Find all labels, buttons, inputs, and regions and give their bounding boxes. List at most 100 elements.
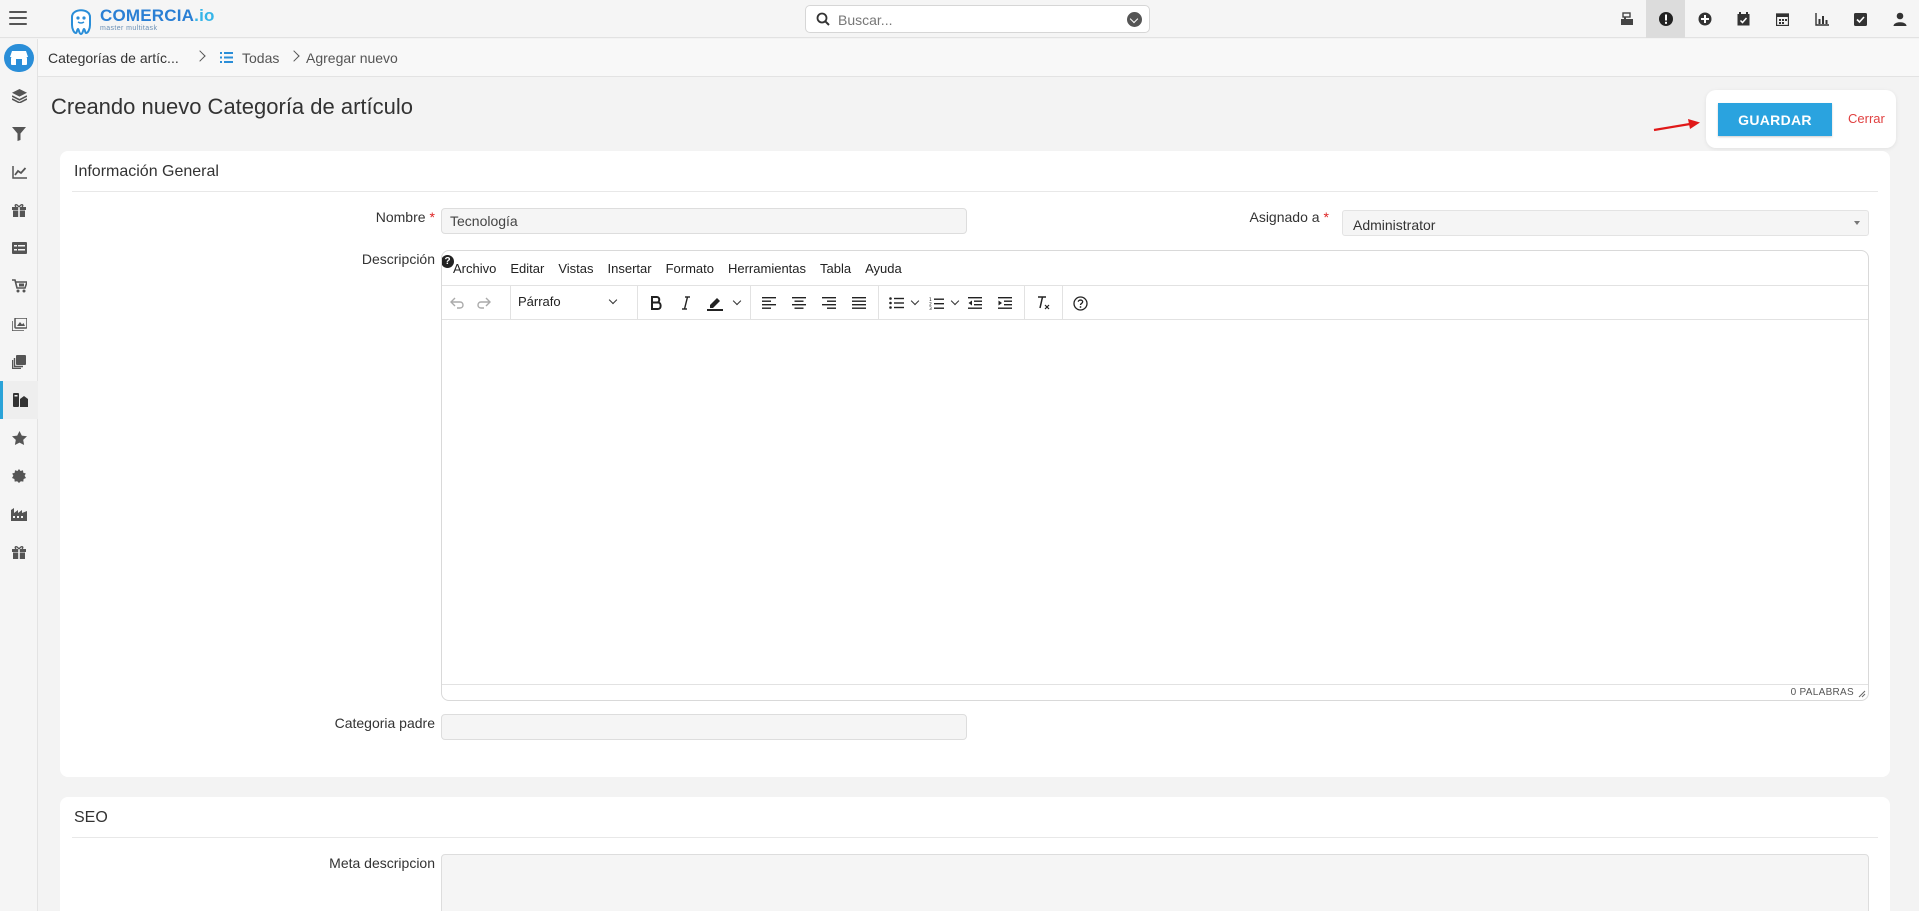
logo-title-main: COMERCIA [100, 5, 195, 25]
meta-description-input[interactable] [441, 854, 1869, 911]
editor-menu-archivo[interactable]: Archivo [453, 261, 496, 276]
chevron-down-icon [608, 295, 618, 305]
calendar-check-icon[interactable] [1724, 0, 1763, 38]
app-logo[interactable]: COMERCIA.io master multitask [66, 2, 215, 36]
editor-menu-herramientas[interactable]: Herramientas [728, 261, 806, 276]
bullet-list-icon[interactable] [885, 292, 907, 314]
description-label-text: Descripción [361, 251, 435, 267]
redo-icon[interactable] [472, 292, 494, 314]
sidebar-item-promotions[interactable] [0, 533, 38, 571]
description-editor-body[interactable] [442, 320, 1868, 686]
parent-category-input[interactable] [441, 714, 967, 740]
gear-badge-icon [12, 469, 26, 483]
resize-handle-icon[interactable] [1858, 690, 1866, 698]
store-home-icon[interactable] [4, 44, 34, 72]
chevron-down-icon[interactable] [910, 296, 920, 306]
highlight-color-icon[interactable] [704, 292, 726, 314]
name-input[interactable] [441, 208, 967, 234]
numbered-list-icon[interactable]: 123 [925, 292, 947, 314]
gift-alt-icon [12, 546, 26, 559]
plus-circle-icon[interactable] [1685, 0, 1724, 38]
sidebar-item-badges[interactable] [0, 457, 38, 495]
sidebar-item-documents[interactable] [0, 343, 38, 381]
divider [72, 191, 1878, 192]
sidebar-item-categories[interactable] [0, 381, 38, 419]
save-button[interactable]: GUARDAR [1718, 103, 1832, 136]
editor-menu-insertar[interactable]: Insertar [608, 261, 652, 276]
search-options-icon[interactable] [1127, 12, 1142, 27]
meta-description-label: Meta descripcion? [329, 855, 454, 872]
meta-description-label-text: Meta descripcion [329, 855, 435, 871]
editor-toolbar: Párrafo 1 2 3 [442, 286, 1868, 320]
sidebar-item-gifts[interactable] [0, 191, 38, 229]
editor-statusbar: 0 PALABRAS [442, 684, 1868, 700]
sidebar-item-lists[interactable] [0, 229, 38, 267]
filter-icon [12, 127, 26, 141]
images-icon [11, 317, 27, 331]
editor-menubar: Archivo Editar Vistas Insertar Formato H… [442, 251, 1868, 286]
sidebar-item-favorites[interactable] [0, 419, 38, 457]
toolbar-separator [878, 286, 879, 320]
categories-icon [13, 393, 28, 407]
search-icon [816, 12, 830, 26]
clear-formatting-icon[interactable] [1032, 292, 1054, 314]
editor-menu-formato[interactable]: Formato [666, 261, 714, 276]
editor-menu-ayuda[interactable]: Ayuda [865, 261, 902, 276]
general-info-card: Información General Nombre*? Asignado a*… [60, 151, 1890, 777]
cash-register-icon[interactable] [1607, 0, 1646, 38]
breadcrumb-module[interactable]: Categorías de artíc... [48, 50, 179, 66]
align-center-icon[interactable] [788, 292, 810, 314]
caret-down-icon [1854, 221, 1860, 225]
top-bar: COMERCIA.io master multitask [0, 0, 1919, 38]
layers-icon [11, 89, 27, 103]
bold-icon[interactable] [645, 292, 667, 314]
list-icon [11, 242, 27, 254]
checkbox-icon[interactable] [1841, 0, 1880, 38]
sidebar-item-images[interactable] [0, 305, 38, 343]
form-actions: GUARDAR Cerrar [1706, 90, 1896, 148]
sidebar-item-cart[interactable] [0, 267, 38, 305]
align-right-icon[interactable] [818, 292, 840, 314]
page-title: Creando nuevo Categoría de artículo [51, 94, 414, 119]
indent-icon[interactable] [994, 292, 1016, 314]
calendar-icon[interactable] [1763, 0, 1802, 38]
menu-toggle-icon[interactable] [8, 9, 28, 27]
undo-icon[interactable] [447, 292, 469, 314]
help-circle-icon[interactable] [1069, 292, 1091, 314]
assigned-select[interactable]: Administrator [1342, 210, 1869, 236]
word-count: 0 PALABRAS [1790, 687, 1854, 698]
sidebar-item-industry[interactable] [0, 495, 38, 533]
required-marker: * [429, 209, 435, 225]
editor-menu-tabla[interactable]: Tabla [820, 261, 851, 276]
user-icon[interactable] [1880, 0, 1919, 38]
block-format-select[interactable]: Párrafo [518, 294, 628, 314]
editor-menu-editar[interactable]: Editar [510, 261, 544, 276]
sidebar-item-layers[interactable] [0, 77, 38, 115]
sidebar-item-reports[interactable] [0, 153, 38, 191]
close-link[interactable]: Cerrar [1848, 111, 1885, 126]
top-toolbar [1607, 0, 1919, 38]
alert-icon[interactable] [1646, 0, 1685, 38]
italic-icon[interactable] [675, 292, 697, 314]
parent-category-label-text: Categoria padre [334, 715, 435, 731]
copy-icon [12, 355, 26, 369]
align-justify-icon[interactable] [848, 292, 870, 314]
breadcrumb-list[interactable]: Todas [242, 50, 279, 66]
assigned-value: Administrator [1353, 217, 1436, 233]
toolbar-separator [1062, 286, 1063, 320]
block-format-value: Párrafo [518, 294, 561, 309]
bar-chart-icon[interactable] [1802, 0, 1841, 38]
chevron-down-icon[interactable] [950, 296, 960, 306]
align-left-icon[interactable] [758, 292, 780, 314]
seo-card: SEO Meta descripcion? [60, 797, 1890, 911]
search-input[interactable] [838, 10, 1108, 29]
octopus-logo-icon [71, 9, 91, 36]
editor-menu-vistas[interactable]: Vistas [558, 261, 593, 276]
logo-subtitle: master multitask [100, 24, 158, 32]
section-title-seo: SEO [74, 809, 108, 826]
toolbar-separator [637, 286, 638, 320]
outdent-icon[interactable] [964, 292, 986, 314]
arrow-annotation-icon [1653, 119, 1700, 132]
sidebar-item-filter[interactable] [0, 115, 38, 153]
chevron-down-icon[interactable] [732, 296, 742, 306]
